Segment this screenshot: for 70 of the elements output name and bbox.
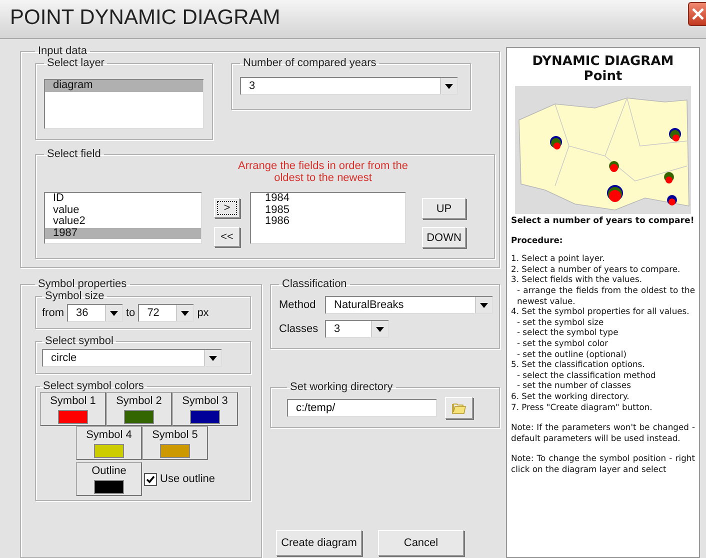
- to-label: to: [126, 307, 136, 319]
- group-label: Select symbol colors: [42, 380, 145, 392]
- group-label: Select layer: [46, 57, 106, 69]
- color-button[interactable]: Symbol 4: [76, 426, 142, 460]
- color-button[interactable]: Symbol 3: [172, 392, 238, 426]
- browse-button[interactable]: [445, 397, 473, 419]
- list-item[interactable]: value2: [45, 216, 201, 228]
- classes-label: Classes: [279, 323, 320, 335]
- procedure-substep: - set the symbol color: [516, 338, 610, 349]
- group-label: Input data: [37, 45, 88, 57]
- list-item[interactable]: 1986: [251, 216, 405, 228]
- procedure-step: 4. Set the symbol properties for all values.: [511, 306, 695, 317]
- list-item[interactable]: 1984: [251, 193, 405, 204]
- close-icon: [692, 8, 704, 20]
- years-dropdown[interactable]: 3: [240, 77, 458, 95]
- procedure-step: 2. Select a number of years to compare.: [511, 264, 695, 274]
- symbol-dropdown[interactable]: circle: [42, 349, 222, 367]
- folder-icon: [452, 402, 466, 414]
- group-label: Number of compared years: [242, 57, 378, 69]
- help-title: DYNAMIC DIAGRAM: [531, 54, 675, 69]
- list-item[interactable]: 1985: [251, 204, 405, 216]
- dialog-button[interactable]: Cancel: [378, 530, 464, 556]
- color-button[interactable]: Symbol 2: [106, 392, 172, 426]
- procedure-substep: - set the outline (optional): [516, 348, 628, 360]
- group-label: Symbol size: [44, 290, 106, 302]
- procedure-substep: - select the classification method: [516, 370, 657, 380]
- size-from-dropdown[interactable]: 36: [67, 304, 123, 322]
- add-field-button[interactable]: >: [214, 198, 240, 218]
- procedure-substep: - set the symbol size: [516, 316, 605, 328]
- group-label: Classification: [281, 278, 348, 290]
- unit-label: px: [197, 307, 209, 319]
- procedure-step: 1. Select a point layer.: [511, 253, 695, 264]
- procedure-substep: - set the number of classes: [516, 380, 632, 391]
- classes-dropdown[interactable]: 3: [325, 320, 389, 338]
- list-item[interactable]: value: [45, 204, 201, 216]
- color-button[interactable]: Symbol 5: [142, 426, 208, 460]
- color-button[interactable]: Symbol 1: [40, 392, 106, 426]
- down-button[interactable]: DOWN: [422, 227, 466, 248]
- help-note: Note: If the parameters won't be changed - default parameters will be used instead.: [511, 422, 695, 444]
- size-to-dropdown[interactable]: 72: [138, 304, 194, 322]
- procedure-step: 6. Set the working directory.: [511, 390, 695, 402]
- dialog-button[interactable]: Create diagram: [276, 530, 362, 556]
- procedure-step: 7. Press "Create diagram" button.: [511, 402, 695, 412]
- help-caption: Select a number of years to compare!: [511, 216, 695, 227]
- list-item[interactable]: 1987: [45, 228, 201, 239]
- remove-fields-button[interactable]: <<: [214, 227, 240, 247]
- method-label: Method: [279, 299, 317, 311]
- procedure-step: 3. Select fields with the values.: [511, 274, 695, 285]
- help-subtitle: Point: [582, 69, 624, 84]
- up-button[interactable]: UP: [422, 198, 466, 219]
- method-dropdown[interactable]: NaturalBreaks: [325, 296, 493, 314]
- list-item[interactable]: ID: [45, 193, 201, 204]
- help-note: Note: To change the symbol position - right click on the diagram layer and select: [511, 453, 695, 474]
- directory-field[interactable]: c:/temp/: [287, 399, 437, 417]
- procedure-heading: Procedure:: [511, 234, 564, 246]
- procedure-substep: - select the symbol type: [516, 327, 620, 338]
- from-label: from: [42, 307, 64, 319]
- procedure-step: 5. Set the classification options.: [511, 359, 695, 370]
- window-title: POINT DYNAMIC DIAGRAM: [9, 5, 280, 30]
- group-label: Symbol properties: [37, 278, 128, 290]
- hint-text: Arrange the fields in order from the oldest to the newest: [238, 160, 408, 184]
- group-label: Set working directory: [289, 381, 394, 393]
- close-button[interactable]: [688, 2, 706, 26]
- use-outline-label: Use outline: [160, 473, 216, 485]
- group-label: Select symbol: [44, 335, 114, 347]
- list-item[interactable]: diagram: [45, 80, 203, 92]
- group-label: Select field: [46, 148, 102, 160]
- procedure-substep: - arrange the fields from the oldest to the newest value.: [516, 284, 695, 306]
- outline-color-button[interactable]: Outline: [76, 462, 142, 496]
- use-outline-checkbox[interactable]: [144, 472, 157, 486]
